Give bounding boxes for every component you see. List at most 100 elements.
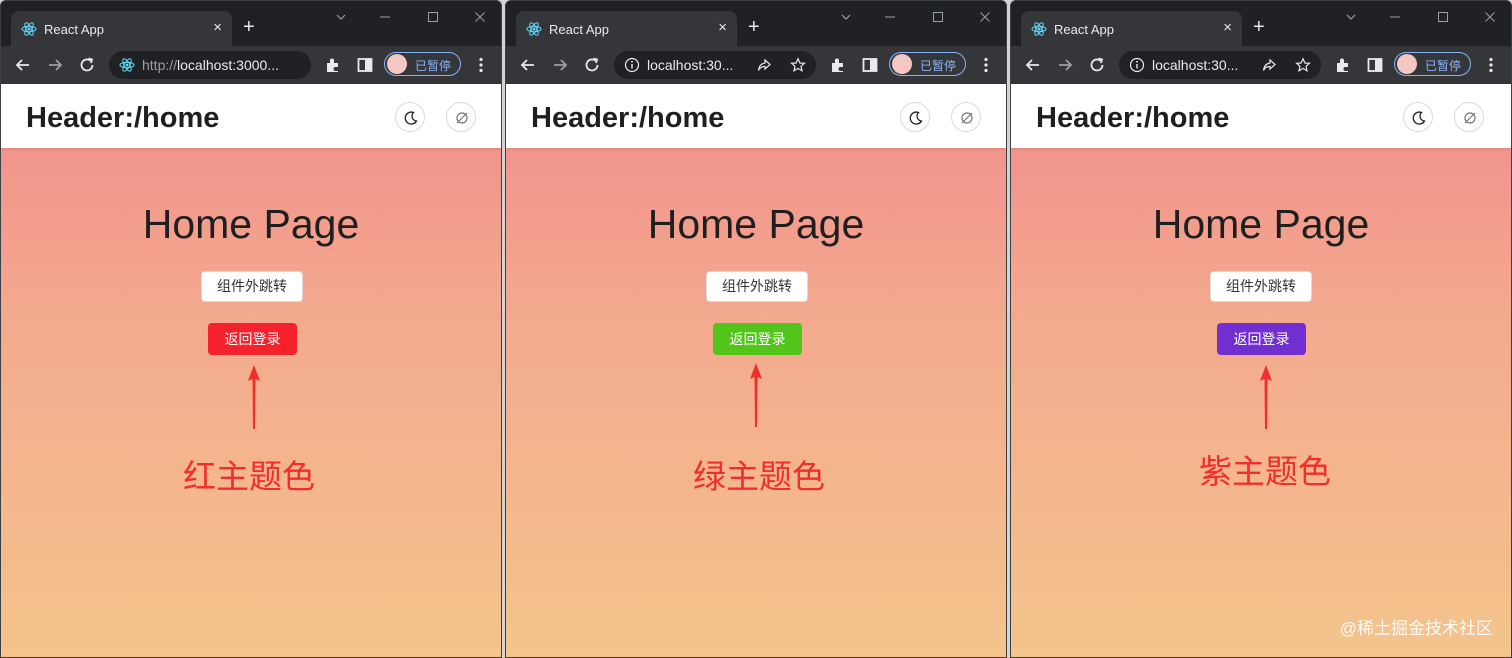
tab-strip: React App × + xyxy=(506,1,1006,46)
header-title: Header:/home xyxy=(26,102,220,134)
address-bar[interactable]: localhost:30... xyxy=(1119,51,1321,79)
app-header: Header:/home xyxy=(1011,84,1511,148)
theme-toggle-button[interactable] xyxy=(951,102,981,132)
side-panel-icon[interactable] xyxy=(860,55,880,75)
avatar xyxy=(1397,54,1417,74)
reload-icon[interactable] xyxy=(1087,55,1107,75)
extensions-puzzle-icon[interactable] xyxy=(323,55,343,75)
header-title: Header:/home xyxy=(1036,102,1230,134)
browser-tab[interactable]: React App × xyxy=(1021,11,1242,46)
avatar xyxy=(387,54,407,74)
moon-icon xyxy=(909,111,923,125)
close-window-icon[interactable] xyxy=(1484,11,1496,23)
tab-close-icon[interactable]: × xyxy=(1223,20,1232,36)
annotation-arrow-icon xyxy=(750,363,762,427)
react-icon xyxy=(21,22,37,36)
eye-off-icon xyxy=(961,112,973,124)
info-icon[interactable] xyxy=(1129,57,1145,73)
profile-button[interactable]: 已暂停 xyxy=(1394,52,1471,76)
tab-strip: React App × + xyxy=(1011,1,1511,46)
browser-toolbar: localhost:30... 已暂停 xyxy=(1011,46,1511,84)
back-to-login-button[interactable]: 返回登录 xyxy=(1217,323,1306,355)
annotation-arrow-icon xyxy=(1260,365,1272,429)
back-arrow-icon[interactable] xyxy=(13,55,33,75)
address-bar[interactable]: http://localhost:3000... xyxy=(109,51,311,79)
avatar xyxy=(892,54,912,74)
home-page-title: Home Page xyxy=(647,201,865,247)
react-icon xyxy=(1031,22,1047,36)
profile-status-label: 已暂停 xyxy=(415,59,452,73)
browser-window-green: React App × + localhost:30... 已暂停 Header… xyxy=(505,0,1007,658)
more-menu-icon[interactable] xyxy=(1481,55,1501,75)
browser-toolbar: http://localhost:3000... 已暂停 xyxy=(1,46,501,84)
annotation-label: 紫主题色 xyxy=(1199,453,1331,490)
tab-close-icon[interactable]: × xyxy=(213,20,222,36)
tab-search-chevron-icon[interactable] xyxy=(335,11,347,23)
tab-search-chevron-icon[interactable] xyxy=(1345,11,1357,23)
theme-toggle-button[interactable] xyxy=(446,102,476,132)
more-menu-icon[interactable] xyxy=(471,55,491,75)
info-icon[interactable] xyxy=(624,57,640,73)
minimize-icon[interactable] xyxy=(379,11,391,23)
browser-tab[interactable]: React App × xyxy=(516,11,737,46)
close-window-icon[interactable] xyxy=(979,11,991,23)
back-to-login-button[interactable]: 返回登录 xyxy=(208,323,297,355)
address-bar[interactable]: localhost:30... xyxy=(614,51,816,79)
minimize-icon[interactable] xyxy=(1389,11,1401,23)
browser-window-red: React App × + http://localhost:3000... 已… xyxy=(0,0,502,658)
share-icon[interactable] xyxy=(1261,57,1277,73)
reload-icon[interactable] xyxy=(77,55,97,75)
tab-title: React App xyxy=(549,22,609,37)
eye-off-icon xyxy=(1464,112,1476,124)
share-icon[interactable] xyxy=(756,57,772,73)
maximize-icon[interactable] xyxy=(427,11,439,23)
new-tab-button[interactable]: + xyxy=(1253,17,1265,37)
browser-tab[interactable]: React App × xyxy=(11,11,232,46)
browser-toolbar: localhost:30... 已暂停 xyxy=(506,46,1006,84)
page-viewport: Header:/home Home Page 组件外跳转 返回登录 绿主题色 xyxy=(506,84,1006,657)
minimize-icon[interactable] xyxy=(884,11,896,23)
bookmark-star-icon[interactable] xyxy=(790,57,806,73)
tab-search-chevron-icon[interactable] xyxy=(840,11,852,23)
extensions-puzzle-icon[interactable] xyxy=(828,55,848,75)
tab-title: React App xyxy=(44,22,104,37)
profile-button[interactable]: 已暂停 xyxy=(384,52,461,76)
profile-status-label: 已暂停 xyxy=(1425,59,1462,73)
maximize-icon[interactable] xyxy=(932,11,944,23)
more-menu-icon[interactable] xyxy=(976,55,996,75)
side-panel-icon[interactable] xyxy=(1365,55,1385,75)
reload-icon[interactable] xyxy=(582,55,602,75)
dark-mode-button[interactable] xyxy=(900,102,930,132)
external-jump-button[interactable]: 组件外跳转 xyxy=(706,271,808,302)
annotation-label: 绿主题色 xyxy=(693,458,825,495)
new-tab-button[interactable]: + xyxy=(243,17,255,37)
forward-arrow-icon[interactable] xyxy=(1055,55,1075,75)
bookmark-star-icon[interactable] xyxy=(1295,57,1311,73)
annotation-label: 红主题色 xyxy=(183,458,315,495)
url-text: localhost:30... xyxy=(647,57,733,73)
tab-strip: React App × + xyxy=(1,1,501,46)
moon-icon xyxy=(404,111,418,125)
profile-button[interactable]: 已暂停 xyxy=(889,52,966,76)
url-host: localhost:30... xyxy=(647,57,734,73)
forward-arrow-icon[interactable] xyxy=(45,55,65,75)
forward-arrow-icon[interactable] xyxy=(550,55,570,75)
watermark: @稀土掘金技术社区 xyxy=(1339,619,1493,638)
url-text: http://localhost:3000... xyxy=(142,57,279,73)
external-jump-button[interactable]: 组件外跳转 xyxy=(201,271,303,302)
dark-mode-button[interactable] xyxy=(1403,102,1433,132)
back-arrow-icon[interactable] xyxy=(1023,55,1043,75)
side-panel-icon[interactable] xyxy=(355,55,375,75)
back-to-login-button[interactable]: 返回登录 xyxy=(713,323,802,355)
close-window-icon[interactable] xyxy=(474,11,486,23)
new-tab-button[interactable]: + xyxy=(748,17,760,37)
dark-mode-button[interactable] xyxy=(395,102,425,132)
app-header: Header:/home xyxy=(1,84,501,148)
theme-toggle-button[interactable] xyxy=(1454,102,1484,132)
tab-close-icon[interactable]: × xyxy=(718,20,727,36)
maximize-icon[interactable] xyxy=(1437,11,1449,23)
extensions-puzzle-icon[interactable] xyxy=(1333,55,1353,75)
back-arrow-icon[interactable] xyxy=(518,55,538,75)
app-header: Header:/home xyxy=(506,84,1006,148)
external-jump-button[interactable]: 组件外跳转 xyxy=(1210,271,1312,302)
